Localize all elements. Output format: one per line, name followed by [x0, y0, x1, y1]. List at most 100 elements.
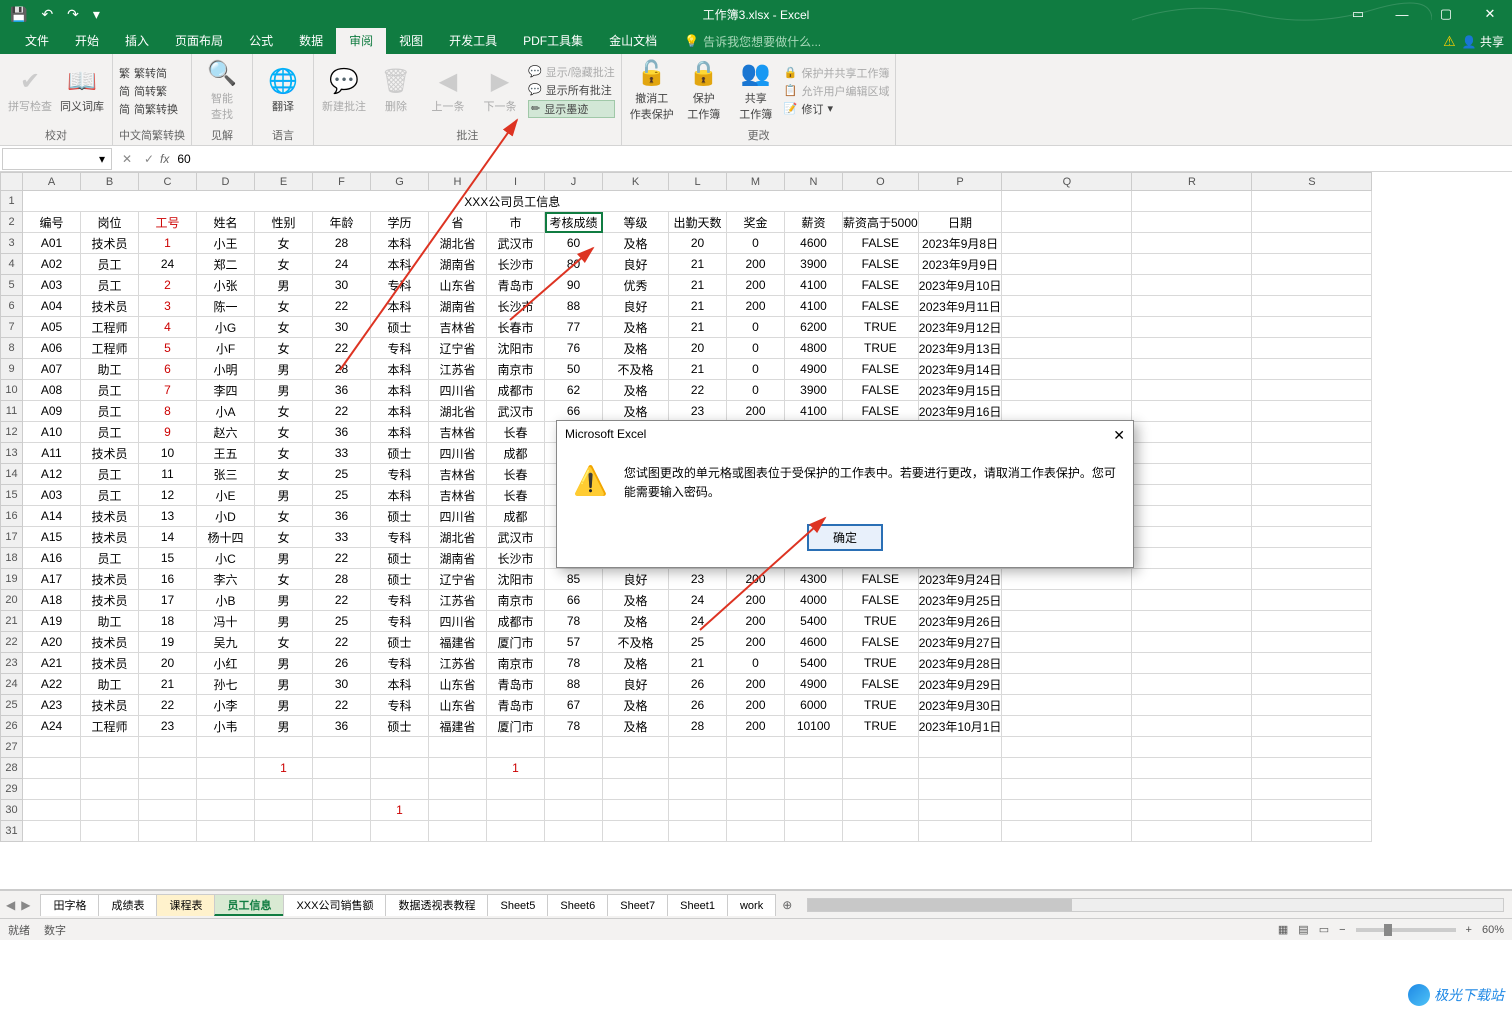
- cell[interactable]: [1132, 716, 1252, 737]
- cell[interactable]: 20: [669, 338, 727, 359]
- cell[interactable]: [197, 800, 255, 821]
- cell[interactable]: 长沙市: [487, 548, 545, 569]
- cell[interactable]: [1132, 632, 1252, 653]
- cell[interactable]: [1252, 380, 1372, 401]
- row-header[interactable]: 4: [1, 254, 23, 275]
- cell[interactable]: 24: [669, 590, 727, 611]
- cell[interactable]: [603, 800, 669, 821]
- cell[interactable]: [1132, 296, 1252, 317]
- cell[interactable]: 21: [669, 317, 727, 338]
- cell[interactable]: 本科: [371, 233, 429, 254]
- cell[interactable]: 吉林省: [429, 485, 487, 506]
- cell[interactable]: 男: [255, 611, 313, 632]
- cell[interactable]: [1252, 590, 1372, 611]
- cell[interactable]: 3900: [785, 254, 843, 275]
- cell[interactable]: 25: [313, 485, 371, 506]
- cell[interactable]: [23, 737, 81, 758]
- cell[interactable]: [1132, 380, 1252, 401]
- cell[interactable]: [669, 779, 727, 800]
- cell[interactable]: 山东省: [429, 674, 487, 695]
- cell[interactable]: [313, 821, 371, 842]
- cell[interactable]: 女: [255, 632, 313, 653]
- cell[interactable]: 青岛市: [487, 695, 545, 716]
- delete-comment-button[interactable]: 🗑删除: [372, 67, 420, 114]
- cell[interactable]: 良好: [603, 254, 669, 275]
- cell[interactable]: A09: [23, 401, 81, 422]
- cell[interactable]: [785, 821, 843, 842]
- cell[interactable]: 湖南省: [429, 254, 487, 275]
- cell[interactable]: [1252, 527, 1372, 548]
- cell[interactable]: [429, 737, 487, 758]
- cell[interactable]: 36: [313, 716, 371, 737]
- cell[interactable]: 小G: [197, 317, 255, 338]
- cell[interactable]: 女: [255, 317, 313, 338]
- sheet-tab[interactable]: XXX公司销售额: [283, 894, 386, 916]
- cell[interactable]: 小A: [197, 401, 255, 422]
- cell[interactable]: [785, 758, 843, 779]
- row-header[interactable]: 11: [1, 401, 23, 422]
- cell[interactable]: 21: [139, 674, 197, 695]
- cell[interactable]: 1: [255, 758, 313, 779]
- row-header[interactable]: 3: [1, 233, 23, 254]
- cell[interactable]: 22: [139, 695, 197, 716]
- cell[interactable]: 性别: [255, 212, 313, 233]
- cell[interactable]: 江苏省: [429, 590, 487, 611]
- cell[interactable]: 及格: [603, 716, 669, 737]
- cell[interactable]: [429, 779, 487, 800]
- col-header[interactable]: L: [669, 173, 727, 191]
- cell[interactable]: 小李: [197, 695, 255, 716]
- cell[interactable]: 90: [545, 275, 603, 296]
- cell[interactable]: 男: [255, 485, 313, 506]
- cell[interactable]: FALSE: [843, 569, 919, 590]
- cell[interactable]: 76: [545, 338, 603, 359]
- cell[interactable]: A15: [23, 527, 81, 548]
- cell[interactable]: 4900: [785, 674, 843, 695]
- cell[interactable]: 7: [139, 380, 197, 401]
- cell[interactable]: 及格: [603, 695, 669, 716]
- cell[interactable]: [1252, 254, 1372, 275]
- cell[interactable]: 66: [545, 590, 603, 611]
- cell[interactable]: 员工: [81, 380, 139, 401]
- cell[interactable]: 南京市: [487, 359, 545, 380]
- cell[interactable]: 长春市: [487, 317, 545, 338]
- col-header[interactable]: M: [727, 173, 785, 191]
- cell[interactable]: 12: [139, 485, 197, 506]
- cell[interactable]: [1002, 590, 1132, 611]
- row-header[interactable]: 30: [1, 800, 23, 821]
- cell[interactable]: [81, 821, 139, 842]
- cell[interactable]: 良好: [603, 674, 669, 695]
- cell[interactable]: 20: [139, 653, 197, 674]
- cell[interactable]: 男: [255, 590, 313, 611]
- row-header[interactable]: 18: [1, 548, 23, 569]
- cell[interactable]: 技术员: [81, 653, 139, 674]
- cell[interactable]: 15: [139, 548, 197, 569]
- row-header[interactable]: 12: [1, 422, 23, 443]
- cell[interactable]: [1002, 254, 1132, 275]
- cell[interactable]: [371, 758, 429, 779]
- cell[interactable]: 23: [139, 716, 197, 737]
- cell[interactable]: 男: [255, 653, 313, 674]
- simp-trad-convert-button[interactable]: 简 简繁转换: [119, 101, 178, 117]
- cell[interactable]: 薪资: [785, 212, 843, 233]
- cell[interactable]: [313, 737, 371, 758]
- row-header[interactable]: 21: [1, 611, 23, 632]
- col-header[interactable]: H: [429, 173, 487, 191]
- cell[interactable]: [843, 758, 919, 779]
- cell[interactable]: 女: [255, 254, 313, 275]
- cell[interactable]: [1002, 674, 1132, 695]
- col-header[interactable]: A: [23, 173, 81, 191]
- trad-to-simp-button[interactable]: 繁 繁转简: [119, 65, 178, 81]
- cell[interactable]: 女: [255, 338, 313, 359]
- cell[interactable]: 工程师: [81, 338, 139, 359]
- cell[interactable]: [1252, 359, 1372, 380]
- cell[interactable]: 36: [313, 380, 371, 401]
- zoom-level[interactable]: 60%: [1482, 924, 1504, 936]
- col-header[interactable]: R: [1132, 173, 1252, 191]
- cell[interactable]: 88: [545, 296, 603, 317]
- cell[interactable]: 3: [139, 296, 197, 317]
- cell[interactable]: 成都市: [487, 380, 545, 401]
- cell[interactable]: 武汉市: [487, 233, 545, 254]
- cell[interactable]: 湖南省: [429, 296, 487, 317]
- cell[interactable]: 江苏省: [429, 359, 487, 380]
- cell[interactable]: [1132, 674, 1252, 695]
